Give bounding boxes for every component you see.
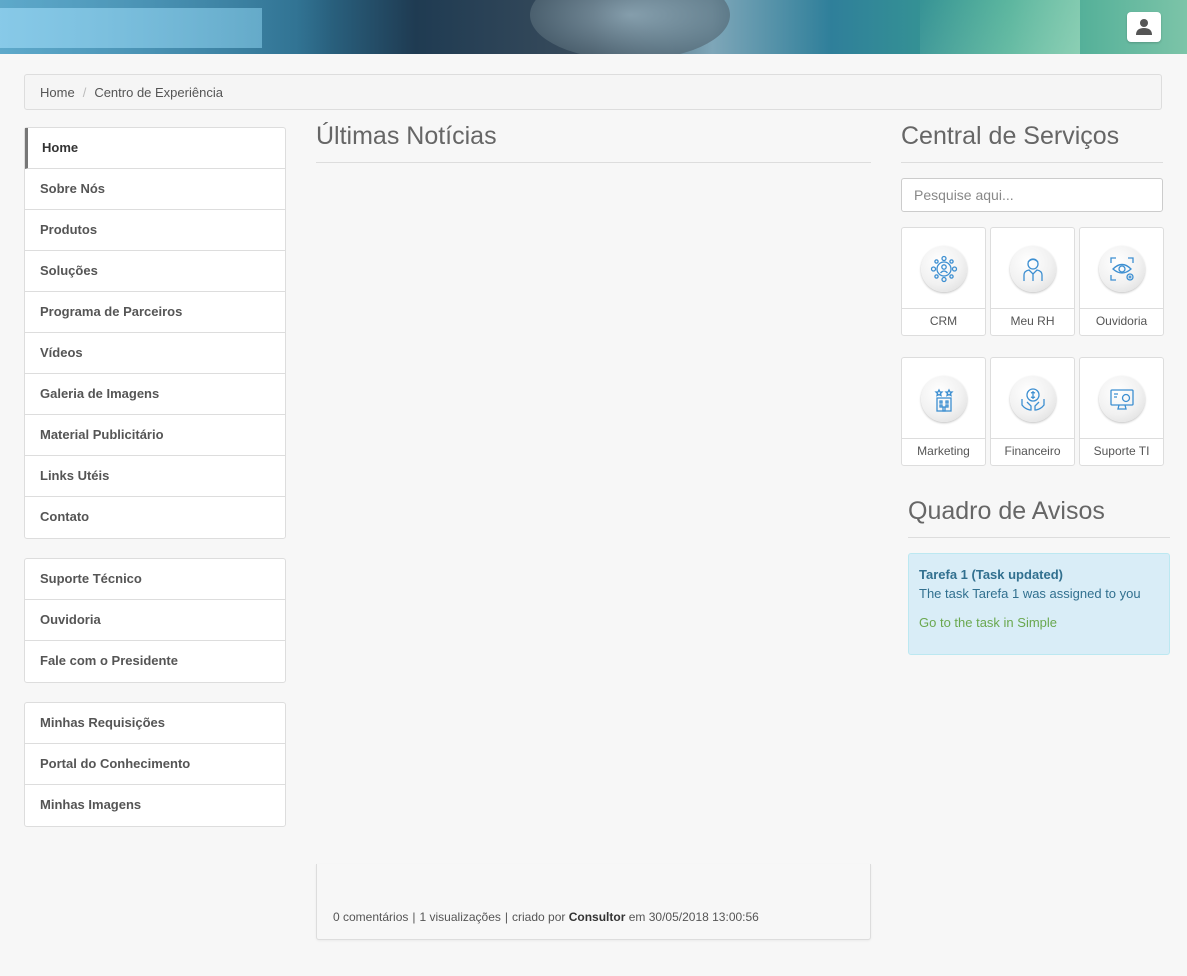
news-card-footer: 0 comentários | 1 visualizações | criado por… — [316, 864, 871, 940]
sidebar-item-solucoes[interactable]: Soluções — [25, 251, 285, 292]
crm-network-icon — [921, 246, 967, 292]
banner-highlight — [0, 8, 262, 48]
news-views: 1 visualizações — [419, 910, 501, 924]
eye-scan-icon — [1099, 246, 1145, 292]
sidebar-item-galeria-de-imagens[interactable]: Galeria de Imagens — [25, 374, 285, 415]
employee-icon — [1010, 246, 1056, 292]
monitor-support-icon — [1099, 376, 1145, 422]
sidebar-item-fale-com-o-presidente[interactable]: Fale com o Presidente — [25, 641, 285, 682]
service-tile-label: Suporte TI — [1080, 438, 1163, 465]
banner-photo-shape — [530, 0, 730, 54]
services-divider — [901, 162, 1163, 163]
service-tile-ouvidoria[interactable]: Ouvidoria — [1079, 227, 1164, 336]
breadcrumb-home-link[interactable]: Home — [40, 85, 75, 100]
news-title: Últimas Notícias — [316, 122, 497, 150]
service-tile-meu-rh[interactable]: Meu RH — [990, 227, 1075, 336]
services-search-input[interactable] — [901, 178, 1163, 212]
news-comments-link[interactable]: 0 comentários — [333, 910, 408, 924]
service-tile-label: Ouvidoria — [1080, 308, 1163, 335]
building-stars-icon — [921, 376, 967, 422]
sidebar-item-programa-de-parceiros[interactable]: Programa de Parceiros — [25, 292, 285, 333]
notice-alert-title: Tarefa 1 (Task updated) — [919, 567, 1063, 582]
money-hands-icon — [1010, 376, 1056, 422]
sidebar-menu-personal: Minhas Requisições Portal do Conhecimento… — [24, 702, 286, 827]
notices-divider — [908, 537, 1170, 538]
service-tile-marketing[interactable]: Marketing — [901, 357, 986, 466]
news-created-by-label: criado por — [512, 910, 566, 924]
sidebar-item-links-uteis[interactable]: Links Utéis — [25, 456, 285, 497]
sidebar-item-sobre-nos[interactable]: Sobre Nós — [25, 169, 285, 210]
sidebar-item-contato[interactable]: Contato — [25, 497, 285, 538]
sidebar-item-material-publicitario[interactable]: Material Publicitário — [25, 415, 285, 456]
sidebar-item-minhas-imagens[interactable]: Minhas Imagens — [25, 785, 285, 826]
news-date: em 30/05/2018 13:00:56 — [628, 910, 759, 924]
service-tile-suporte-ti[interactable]: Suporte TI — [1079, 357, 1164, 466]
service-tile-label: Meu RH — [991, 308, 1074, 335]
notices-title: Quadro de Avisos — [908, 497, 1105, 525]
service-tile-label: CRM — [902, 308, 985, 335]
services-title: Central de Serviços — [901, 122, 1120, 150]
news-author: Consultor — [568, 910, 626, 924]
header-banner — [0, 0, 1187, 54]
news-divider — [316, 162, 871, 163]
news-meta: 0 comentários | 1 visualizações | criado por… — [333, 910, 759, 924]
service-tile-label: Financeiro — [991, 438, 1074, 465]
sidebar-item-home[interactable]: Home — [25, 128, 285, 169]
sidebar-item-produtos[interactable]: Produtos — [25, 210, 285, 251]
service-tile-financeiro[interactable]: Financeiro — [990, 357, 1075, 466]
service-tile-crm[interactable]: CRM — [901, 227, 986, 336]
sidebar-item-ouvidoria[interactable]: Ouvidoria — [25, 600, 285, 641]
notice-alert: Tarefa 1 (Task updated) The task Tarefa … — [908, 553, 1170, 655]
user-icon — [1136, 19, 1152, 35]
sidebar-item-suporte-tecnico[interactable]: Suporte Técnico — [25, 559, 285, 600]
breadcrumb: Home / Centro de Experiência — [24, 74, 1162, 110]
breadcrumb-separator: / — [82, 84, 87, 100]
sidebar-menu-support: Suporte Técnico Ouvidoria Fale com o Presi… — [24, 558, 286, 683]
banner-photo-shape-2 — [920, 0, 1080, 54]
sidebar-item-videos[interactable]: Vídeos — [25, 333, 285, 374]
service-tile-label: Marketing — [902, 438, 985, 465]
sidebar-item-minhas-requisicoes[interactable]: Minhas Requisições — [25, 703, 285, 744]
notice-alert-link[interactable]: Go to the task in Simple — [919, 615, 1159, 630]
breadcrumb-current: Centro de Experiência — [94, 84, 223, 100]
sidebar-item-portal-do-conhecimento[interactable]: Portal do Conhecimento — [25, 744, 285, 785]
notice-alert-body: The task Tarefa 1 was assigned to you — [919, 586, 1141, 601]
user-menu-button[interactable] — [1127, 12, 1161, 42]
sidebar-menu-main: Home Sobre Nós Produtos Soluções Programa de… — [24, 127, 286, 539]
